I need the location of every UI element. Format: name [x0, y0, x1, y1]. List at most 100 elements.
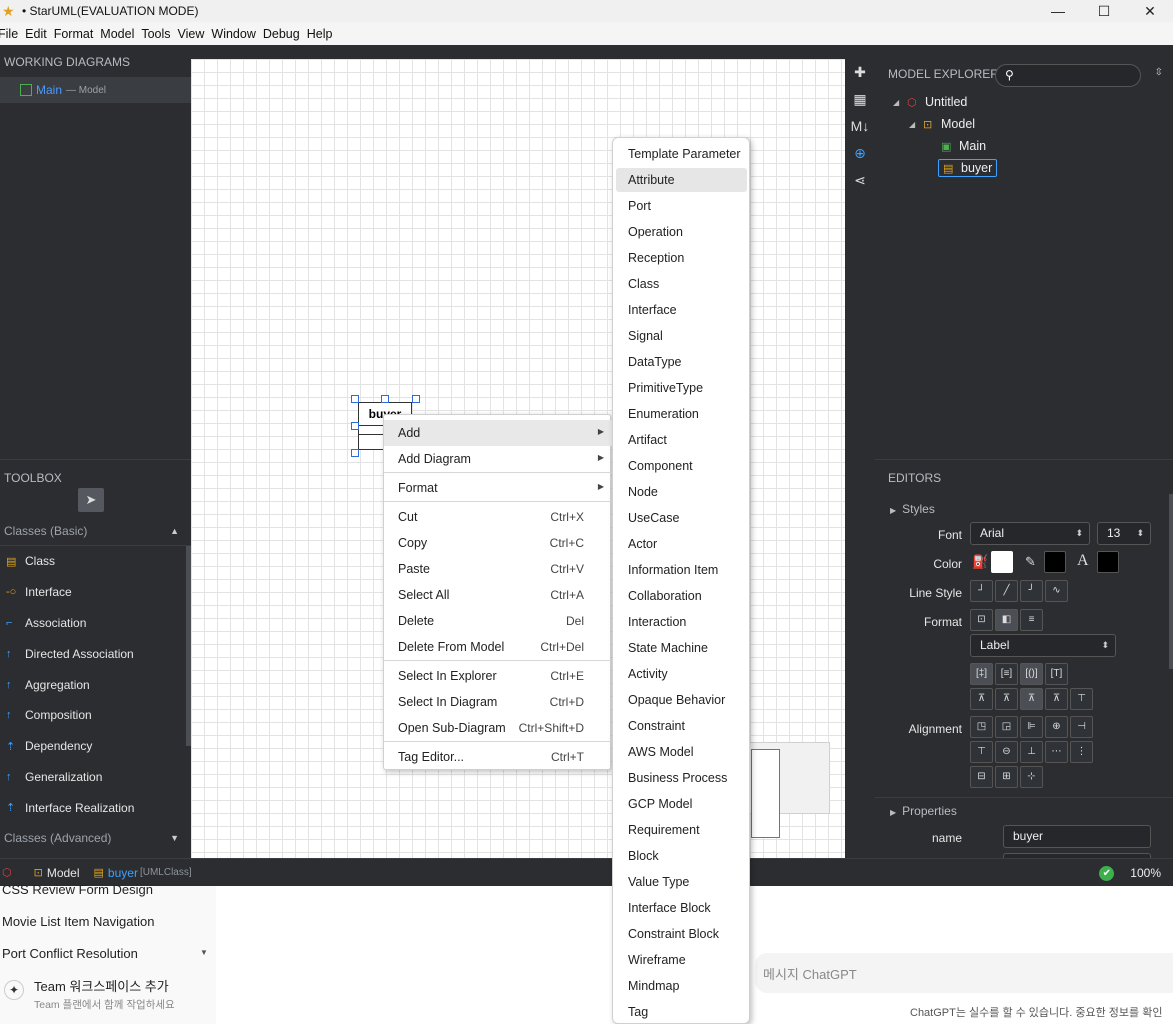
- align-center-button[interactable]: ⊕: [1045, 716, 1068, 738]
- ctx-cut[interactable]: Cut Ctrl+X: [384, 504, 612, 530]
- ctx-delete[interactable]: Delete Del: [384, 608, 612, 634]
- stereotype-display-select[interactable]: Label ⬍: [970, 634, 1116, 657]
- add-interaction[interactable]: Interaction: [616, 610, 747, 634]
- model-explorer-search[interactable]: ⚲: [995, 64, 1141, 87]
- sort-icon[interactable]: ⇳: [1155, 67, 1163, 78]
- add-operation[interactable]: Operation: [616, 220, 747, 244]
- fill-color-swatch[interactable]: [991, 551, 1013, 573]
- add-primitivetype[interactable]: PrimitiveType: [616, 376, 747, 400]
- add-block[interactable]: Block: [616, 844, 747, 868]
- layout-icon[interactable]: ▦: [845, 86, 875, 113]
- diagram-minimap[interactable]: [748, 742, 830, 838]
- project-status[interactable]: ⬡: [2, 866, 16, 879]
- markdown-icon[interactable]: M↓: [845, 113, 875, 140]
- extensions-icon[interactable]: ✚: [845, 59, 875, 86]
- toolbox-item-interface-realization[interactable]: ⇡ Interface Realization: [0, 792, 191, 823]
- tree-item-untitled[interactable]: ◢ ⬡ Untitled: [875, 91, 1173, 113]
- add-class[interactable]: Class: [616, 272, 747, 296]
- styles-section[interactable]: ▶ Styles: [875, 496, 1173, 522]
- add-tag[interactable]: Tag: [616, 1000, 747, 1023]
- toolbox-section-basic[interactable]: Classes (Basic) ▲: [0, 516, 191, 546]
- toolbox-item-dependency[interactable]: ⇡ Dependency: [0, 731, 191, 762]
- show-visibility-button[interactable]: [‡]: [970, 663, 993, 685]
- add-attribute[interactable]: Attribute: [616, 168, 747, 192]
- show-namespace-button[interactable]: [≡]: [995, 663, 1018, 685]
- toolbox-item-directed-association[interactable]: ↑ Directed Association: [0, 638, 191, 669]
- add-wireframe[interactable]: Wireframe: [616, 948, 747, 972]
- zoom-level[interactable]: 100%: [1130, 866, 1161, 880]
- chat-list-item[interactable]: Movie List Item Navigation: [2, 914, 154, 929]
- align-left-button[interactable]: ⊫: [1020, 716, 1043, 738]
- toolbox-item-class[interactable]: ▤ Class: [0, 546, 191, 577]
- suppress-receptions-button[interactable]: ⊼: [1020, 688, 1043, 710]
- ctx-select-in-diagram[interactable]: Select In Diagram Ctrl+D: [384, 689, 612, 715]
- ctx-format[interactable]: Format ▶: [384, 475, 612, 501]
- suppress-operations-button[interactable]: ⊼: [995, 688, 1018, 710]
- send-to-back-button[interactable]: ◲: [995, 716, 1018, 738]
- menu-tools[interactable]: Tools: [141, 27, 177, 41]
- ctx-open-sub-diagram[interactable]: Open Sub-Diagram Ctrl+Shift+D: [384, 715, 612, 741]
- add-aws-model[interactable]: AWS Model: [616, 740, 747, 764]
- toolbox-item-composition[interactable]: ↑ Composition: [0, 700, 191, 731]
- add-artifact[interactable]: Artifact: [616, 428, 747, 452]
- word-wrap-button[interactable]: ≡: [1020, 609, 1043, 631]
- ctx-select-all[interactable]: Select All Ctrl+A: [384, 582, 612, 608]
- add-signal[interactable]: Signal: [616, 324, 747, 348]
- add-port[interactable]: Port: [616, 194, 747, 218]
- menu-edit[interactable]: Edit: [25, 27, 54, 41]
- chat-list-item[interactable]: CSS Review Form Design: [2, 882, 153, 897]
- add-actor[interactable]: Actor: [616, 532, 747, 556]
- add-usecase[interactable]: UseCase: [616, 506, 747, 530]
- show-type-button[interactable]: [T]: [1045, 663, 1068, 685]
- menu-help[interactable]: Help: [307, 27, 340, 41]
- check-icon[interactable]: ✔: [1099, 865, 1115, 881]
- add-datatype[interactable]: DataType: [616, 350, 747, 374]
- toolbox-item-generalization[interactable]: ↑ Generalization: [0, 762, 191, 793]
- space-evenly-horizontal-button[interactable]: ⋯: [1045, 741, 1068, 763]
- pointer-tool-button[interactable]: ➤: [78, 488, 104, 512]
- align-bottom-button[interactable]: ⊥: [1020, 741, 1043, 763]
- space-evenly-vertical-button[interactable]: ⋮: [1070, 741, 1093, 763]
- toolbox-item-aggregation[interactable]: ↑ Aggregation: [0, 669, 191, 700]
- add-interface-block[interactable]: Interface Block: [616, 896, 747, 920]
- properties-section[interactable]: ▶ Properties: [875, 797, 1173, 823]
- line-rounded-button[interactable]: ╯: [1020, 580, 1043, 602]
- add-template-parameter[interactable]: Template Parameter: [616, 142, 747, 166]
- close-button[interactable]: ✕: [1127, 0, 1173, 22]
- line-color-swatch[interactable]: [1044, 551, 1066, 573]
- ctx-paste[interactable]: Paste Ctrl+V: [384, 556, 612, 582]
- add-opaque-behavior[interactable]: Opaque Behavior: [616, 688, 747, 712]
- tree-item-model[interactable]: ◢ ⊡ Model: [875, 113, 1173, 135]
- tree-item-main[interactable]: ▣ Main: [875, 135, 1173, 157]
- add-state-machine[interactable]: State Machine: [616, 636, 747, 660]
- tree-item-buyer[interactable]: ▤ buyer: [875, 157, 1173, 179]
- chat-list-item[interactable]: Port Conflict Resolution: [2, 946, 138, 961]
- ctx-add-diagram[interactable]: Add Diagram ▶: [384, 446, 612, 472]
- status-model[interactable]: ⊡ Model: [34, 866, 80, 880]
- selection-handle[interactable]: [412, 395, 420, 403]
- add-activity[interactable]: Activity: [616, 662, 747, 686]
- line-oblique-button[interactable]: ╱: [995, 580, 1018, 602]
- minimize-button[interactable]: —: [1035, 0, 1081, 22]
- font-color-swatch[interactable]: [1097, 551, 1119, 573]
- add-business-process[interactable]: Business Process: [616, 766, 747, 790]
- add-requirement[interactable]: Requirement: [616, 818, 747, 842]
- navigator-icon[interactable]: ⊕: [845, 140, 875, 167]
- minimap-viewport[interactable]: [751, 749, 780, 838]
- show-operation-signature-button[interactable]: ⊤: [1070, 688, 1093, 710]
- selection-handle[interactable]: [351, 422, 359, 430]
- show-property-button[interactable]: [()]: [1020, 663, 1043, 685]
- bring-to-front-button[interactable]: ◳: [970, 716, 993, 738]
- ctx-select-in-explorer[interactable]: Select In Explorer Ctrl+E: [384, 663, 612, 689]
- toolbox-item-association[interactable]: ⌐ Association: [0, 608, 191, 639]
- add-team-workspace[interactable]: ✦ Team 워크스페이스 추가 Team 플랜에서 함께 작업하세요: [4, 976, 175, 1012]
- align-middle-button[interactable]: ⊖: [995, 741, 1018, 763]
- ctx-copy[interactable]: Copy Ctrl+C: [384, 530, 612, 556]
- status-element[interactable]: ▤ buyer [UMLClass]: [94, 866, 192, 880]
- set-width-equally-button[interactable]: ⊞: [995, 766, 1018, 788]
- scroll-down-icon[interactable]: ▼: [200, 948, 208, 957]
- add-enumeration[interactable]: Enumeration: [616, 402, 747, 426]
- add-node[interactable]: Node: [616, 480, 747, 504]
- selection-handle[interactable]: [351, 395, 359, 403]
- add-constraint-block[interactable]: Constraint Block: [616, 922, 747, 946]
